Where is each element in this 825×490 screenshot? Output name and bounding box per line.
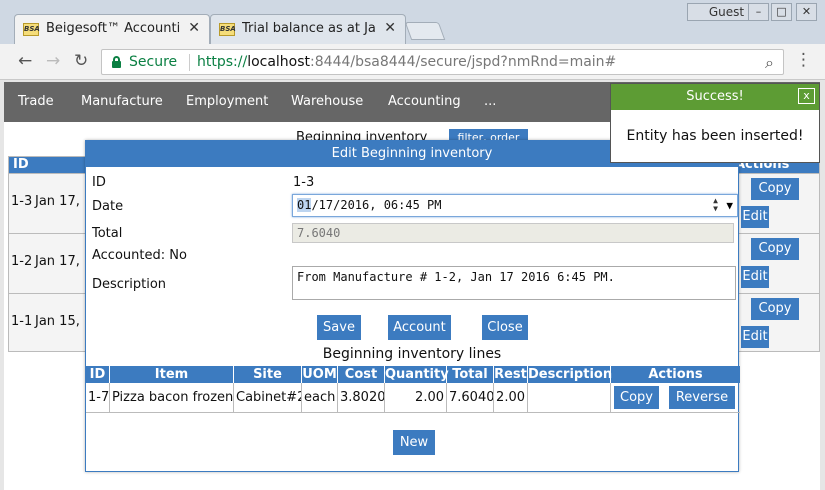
copy-button[interactable]: Copy (751, 178, 799, 200)
date-label: Date (92, 199, 124, 214)
line-total: 7.6040 (447, 383, 494, 413)
bsa-favicon-icon: BSA (219, 23, 236, 36)
url-text: https://localhost:8444/bsa8444/secure/js… (197, 54, 617, 70)
col-rest: Rest (494, 366, 528, 383)
line-id: 1-7 (86, 383, 110, 413)
secure-label: Secure (129, 54, 178, 70)
line-copy-button[interactable]: Copy (614, 386, 659, 409)
col-cost: Cost (338, 366, 385, 383)
col-uom: UOM (302, 366, 338, 383)
menu-more[interactable]: ... (484, 94, 496, 109)
line-reverse-button[interactable]: Reverse (669, 386, 735, 409)
save-button[interactable]: Save (317, 315, 361, 340)
lock-icon (112, 56, 121, 68)
browser-tab-trial-balance[interactable]: BSA Trial balance as at Ja ✕ (210, 14, 406, 44)
browser-menu-icon[interactable]: ⋮ (795, 50, 812, 70)
tab-title: Beigesoft™ Accounti (46, 21, 181, 36)
row-id: 1-3 (11, 194, 33, 209)
total-field: 7.6040 (292, 223, 734, 243)
bsa-favicon-icon: BSA (23, 23, 40, 36)
row-id: 1-2 (11, 254, 33, 269)
id-label: ID (92, 175, 106, 190)
menu-accounting[interactable]: Accounting (388, 94, 461, 109)
browser-tab-accounting[interactable]: BSA Beigesoft™ Accounti ✕ (14, 14, 210, 44)
line-site: Cabinet#2 (234, 383, 302, 413)
total-label: Total (92, 226, 123, 241)
row-date: Jan 17, (35, 254, 80, 269)
browser-toolbar: ← → ↻ Secure https://localhost:8444/bsa8… (0, 44, 825, 80)
copy-button[interactable]: Copy (751, 238, 799, 260)
reload-icon[interactable]: ↻ (74, 51, 88, 71)
address-bar[interactable]: Secure https://localhost:8444/bsa8444/se… (101, 49, 784, 75)
date-dropdown-icon[interactable]: ▼ (726, 195, 733, 216)
col-site: Site (234, 366, 302, 383)
date-input[interactable]: 01/17/2016, 06:45 PM ▲ ▼ ▼ (292, 194, 738, 217)
line-description (528, 383, 611, 413)
restore-icon[interactable]: □ (771, 3, 792, 21)
accounted-status: Accounted: No (92, 248, 187, 263)
success-notification: Success! x Entity has been inserted! (610, 83, 820, 163)
id-value: 1-3 (293, 175, 315, 190)
menu-manufacture[interactable]: Manufacture (81, 94, 163, 109)
header-id: ID (13, 157, 29, 172)
zoom-icon[interactable]: ⌕ (765, 53, 774, 73)
forward-arrow-icon[interactable]: → (46, 51, 60, 71)
back-arrow-icon[interactable]: ← (18, 51, 32, 71)
col-total: Total (447, 366, 494, 383)
row-id: 1-1 (11, 314, 33, 329)
copy-button[interactable]: Copy (751, 298, 799, 320)
row-date: Jan 15, (35, 314, 80, 329)
row-date: Jan 17, (35, 194, 80, 209)
line-rest: 2.00 (494, 383, 528, 413)
browser-tabstrip: BSA Beigesoft™ Accounti ✕ BSA Trial bala… (0, 0, 825, 44)
col-id: ID (86, 366, 110, 383)
menu-trade[interactable]: Trade (18, 94, 54, 109)
lines-table-header: ID Item Site UOM Cost Quantity Total Res… (86, 366, 740, 383)
minimize-icon[interactable]: – (748, 3, 769, 21)
new-tab-button[interactable] (404, 22, 446, 40)
dialog-title: Edit Beginning inventory (331, 146, 493, 161)
line-uom: each (302, 383, 338, 413)
line-cost: 3.8020 (338, 383, 385, 413)
edit-beginning-inventory-dialog: Edit Beginning inventory x ID 1-3 Date 0… (85, 140, 740, 472)
close-window-icon[interactable]: ✕ (796, 3, 817, 21)
close-tab-icon[interactable]: ✕ (188, 20, 200, 36)
date-spinner-icon[interactable]: ▲ ▼ (713, 197, 718, 213)
edit-button[interactable]: Edit (741, 266, 769, 288)
col-actions: Actions (648, 367, 703, 382)
lines-title: Beginning inventory lines (322, 346, 502, 362)
account-button[interactable]: Account (388, 315, 451, 340)
col-quantity: Quantity (385, 366, 449, 383)
menu-warehouse[interactable]: Warehouse (291, 94, 363, 109)
description-label: Description (92, 277, 167, 292)
tab-title: Trial balance as at Ja (242, 21, 376, 36)
line-quantity: 2.00 (385, 383, 447, 413)
line-item: Pizza bacon frozen (110, 383, 234, 413)
close-tab-icon[interactable]: ✕ (384, 20, 396, 36)
menu-employment[interactable]: Employment (186, 94, 268, 109)
col-description: Description (528, 366, 613, 383)
edit-button[interactable]: Edit (741, 326, 769, 348)
toast-close-button[interactable]: x (798, 88, 815, 104)
close-button[interactable]: Close (482, 315, 528, 340)
new-line-button[interactable]: New (393, 430, 435, 455)
description-textarea[interactable]: From Manufacture # 1-2, Jan 17 2016 6:45… (292, 266, 736, 300)
col-item: Item (110, 366, 234, 383)
toast-message: Entity has been inserted! (626, 128, 804, 144)
edit-button[interactable]: Edit (741, 206, 769, 228)
toast-title: Success! x (611, 84, 819, 110)
